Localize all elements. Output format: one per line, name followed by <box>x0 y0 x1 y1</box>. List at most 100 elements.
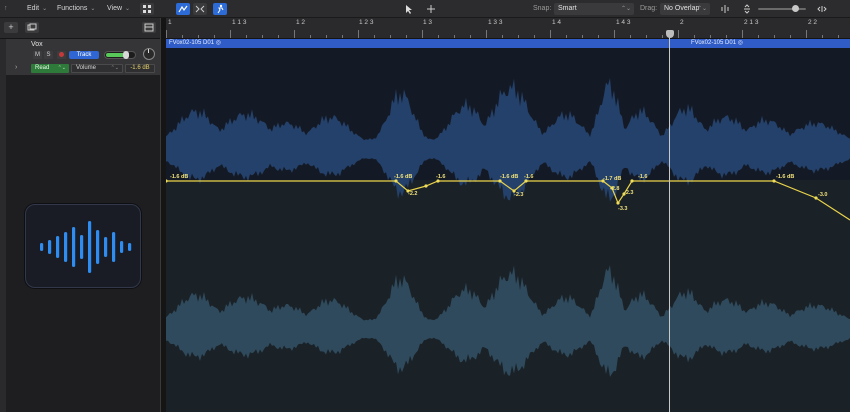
pointer-tool[interactable] <box>402 3 416 15</box>
horizontal-zoom-slider[interactable] <box>758 5 806 12</box>
automation-value-label: -1.6 <box>436 174 445 180</box>
ruler-label: 2 2 <box>808 19 818 26</box>
ruler-tick <box>358 30 359 38</box>
running-figure-icon <box>217 4 224 14</box>
drag-select[interactable]: No Overlap ⌃⌄ <box>660 3 710 15</box>
ruler-label: 1 3 <box>423 19 433 26</box>
ruler-tick <box>294 30 295 38</box>
waveform-bars-icon <box>40 221 132 273</box>
ruler-tick <box>822 35 823 38</box>
ruler-tick <box>310 35 311 38</box>
automation-value-label: -2.2 <box>408 191 417 197</box>
ruler-tick <box>422 30 423 38</box>
edit-menu[interactable]: Edit ⌄ <box>27 3 47 15</box>
ruler-label: 1 1 3 <box>232 19 247 26</box>
automation-node[interactable] <box>424 184 428 188</box>
disclosure-chevron-icon[interactable]: › <box>15 64 17 71</box>
add-track-button[interactable]: + <box>4 22 18 33</box>
ruler-tick <box>486 30 487 38</box>
ruler-label: 1 4 <box>552 19 562 26</box>
waveform-bar <box>64 232 68 262</box>
automation-value-label: -2.8 <box>610 186 619 192</box>
automation-value-label: -1.7 dB <box>603 176 621 182</box>
waveform-bar <box>88 221 92 273</box>
bar-ruler[interactable]: 1 1 1 3 1 2 1 2 3 1 3 1 3 3 1 4 1 4 3 2 2 1 3 2 2 <box>166 18 850 39</box>
ruler-label: 1 2 <box>296 19 306 26</box>
playhead-handle[interactable] <box>666 30 674 38</box>
automation-value-label: -1.6 dB <box>776 174 794 180</box>
automation-mode-select[interactable]: Read ⌃⌄ <box>31 64 69 73</box>
automation-value-label: -1.6 dB <box>170 174 188 180</box>
automation-value-label: -2.3 <box>514 192 523 198</box>
mute-button[interactable]: M <box>33 51 42 59</box>
ruler-tick <box>342 35 343 38</box>
volume-knob[interactable] <box>123 51 130 59</box>
waveform-bar <box>112 232 116 262</box>
snap-select[interactable]: Smart ⌃⌄ <box>554 3 634 15</box>
ruler-tick <box>742 30 743 38</box>
ruler-tick <box>598 35 599 38</box>
region-header[interactable]: FVox02-105 D01 ◎ FVox02-105 D01 ◎ <box>166 39 850 48</box>
duplicate-icon <box>27 23 37 31</box>
flex-button[interactable] <box>193 3 207 15</box>
automation-value-label: -1.6 dB <box>500 174 518 180</box>
automation-curve-icon <box>178 5 188 13</box>
track-button[interactable]: Track <box>69 51 99 59</box>
ruler-tick <box>230 30 231 38</box>
automation-value-label: -1.6 <box>638 174 647 180</box>
vertical-zoom-icon <box>744 4 750 14</box>
automation-node[interactable] <box>630 179 634 183</box>
grid-view-button[interactable] <box>140 3 154 15</box>
ruler-tick <box>278 35 279 38</box>
waveform-zoom-button[interactable] <box>718 3 732 15</box>
solo-button[interactable]: S <box>44 51 53 59</box>
drag-label: Drag: <box>640 5 658 12</box>
playhead-line[interactable] <box>669 30 670 412</box>
ruler-tick <box>710 35 711 38</box>
functions-menu[interactable]: Functions ⌄ <box>57 3 95 15</box>
ruler-tick <box>662 35 663 38</box>
ruler-label: 1 3 3 <box>488 19 503 26</box>
waveform-bar <box>96 230 100 264</box>
ruler-label: 1 2 3 <box>359 19 374 26</box>
track-list-header: + <box>0 18 160 39</box>
back-arrow-icon[interactable]: ↑ <box>4 3 8 15</box>
automation-button[interactable] <box>176 3 190 15</box>
record-enable-button[interactable] <box>57 51 66 59</box>
duplicate-track-button[interactable] <box>25 22 39 33</box>
ruler-tick <box>518 35 519 38</box>
automation-parameter-select[interactable]: Volume ⌃⌄ <box>71 64 123 73</box>
zoom-slider-knob[interactable] <box>792 5 799 12</box>
automation-value-field[interactable]: -1.6 dB <box>125 64 155 73</box>
waveform-bar <box>40 243 44 251</box>
crosshair-icon <box>427 5 435 13</box>
ruler-tick <box>678 30 679 38</box>
region-name-2[interactable]: FVox02-105 D01 ◎ <box>691 39 743 48</box>
automation-node[interactable] <box>616 201 620 205</box>
secondary-tool[interactable] <box>424 3 438 15</box>
flex-icon <box>195 5 205 13</box>
ruler-tick <box>726 35 727 38</box>
automation-value-label: -2.3 <box>624 190 633 196</box>
vertical-zoom-button[interactable] <box>740 3 754 15</box>
ruler-tick <box>534 35 535 38</box>
region-name-1[interactable]: FVox02-105 D01 ◎ <box>169 39 221 48</box>
ruler-tick <box>550 30 551 38</box>
audio-region-area[interactable]: -1.6 dB -1.6 dB -2.2 -1.6 -1.6 dB -2.3 -1.6 -1.… <box>166 48 850 412</box>
ruler-tick <box>630 35 631 38</box>
waveform-canvas: -1.6 dB -1.6 dB -2.2 -1.6 -1.6 dB -2.3 -1.6 -1.… <box>166 48 850 412</box>
pan-indicator <box>148 49 149 53</box>
record-dot-icon <box>59 52 64 57</box>
pan-knob[interactable] <box>143 48 155 60</box>
catch-playhead-button[interactable] <box>213 3 227 15</box>
ruler-tick <box>614 30 615 38</box>
view-menu[interactable]: View ⌄ <box>107 3 130 15</box>
snap-label: Snap: <box>533 5 552 12</box>
volume-slider[interactable] <box>104 51 136 59</box>
waveform-bar <box>128 243 132 251</box>
ruler-tick <box>694 35 695 38</box>
horizontal-zoom-button[interactable] <box>815 3 829 15</box>
global-tracks-button[interactable] <box>142 22 156 33</box>
track-name[interactable]: Vox <box>31 41 43 48</box>
waveform-bar <box>80 235 84 259</box>
